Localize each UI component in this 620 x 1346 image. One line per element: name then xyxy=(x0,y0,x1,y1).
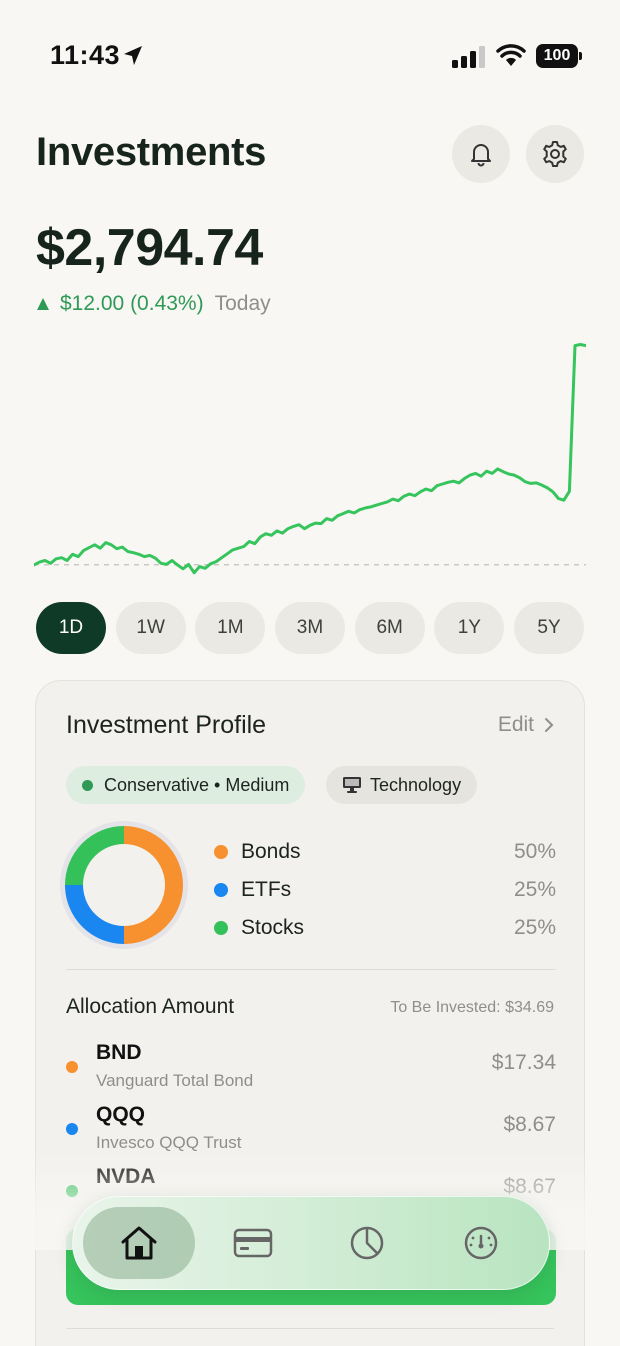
edit-profile-link[interactable]: Edit xyxy=(498,713,554,737)
legend-dot xyxy=(214,921,228,935)
period-6m[interactable]: 6M xyxy=(354,602,425,654)
holding-dot xyxy=(66,1123,78,1135)
legend-label: ETFs xyxy=(241,878,292,901)
tab-cards[interactable] xyxy=(197,1207,309,1279)
holding-dot xyxy=(66,1061,78,1073)
period-5y[interactable]: 5Y xyxy=(514,602,584,654)
period-1d[interactable]: 1D xyxy=(36,602,106,654)
legend-percent: 25% xyxy=(513,916,556,939)
legend-label: Bonds xyxy=(241,840,301,863)
battery-icon: 100 xyxy=(536,44,582,68)
holding-ticker: BND xyxy=(96,1041,142,1064)
daily-change: $12.00 (0.43%) Today xyxy=(36,292,271,316)
legend-item-stocks: Stocks 25% xyxy=(214,909,556,947)
to-be-invested: To Be Invested: $34.69 xyxy=(390,999,554,1016)
card-icon xyxy=(233,1228,273,1258)
period-1m[interactable]: 1M xyxy=(195,602,266,654)
change-value: $12.00 (0.43%) xyxy=(60,292,204,315)
legend-dot xyxy=(214,845,228,859)
legend-label: Stocks xyxy=(241,916,305,939)
home-icon xyxy=(121,1226,157,1260)
gauge-icon xyxy=(464,1226,498,1260)
risk-level-chip[interactable]: Conservative • Medium xyxy=(66,766,306,804)
page-title: Investments xyxy=(36,130,267,174)
sector-label: Technology xyxy=(370,774,462,795)
risk-level-label: Conservative • Medium xyxy=(104,774,290,795)
legend-percent: 25% xyxy=(513,878,556,901)
pie-chart-icon xyxy=(350,1226,384,1260)
divider xyxy=(66,969,556,970)
holding-amount: $8.67 xyxy=(503,1113,556,1136)
notifications-button[interactable] xyxy=(452,125,510,183)
divider xyxy=(66,1328,554,1329)
bell-icon xyxy=(471,144,491,167)
battery-level: 100 xyxy=(536,44,578,68)
holding-row-qqq[interactable]: QQQ Invesco QQQ Trust $8.67 xyxy=(66,1099,556,1155)
holding-ticker: QQQ xyxy=(96,1103,146,1126)
card-title: Investment Profile xyxy=(66,711,267,739)
legend-percent: 50% xyxy=(513,840,556,863)
legend-item-bonds: Bonds 50% xyxy=(214,833,556,871)
tab-home[interactable] xyxy=(83,1207,195,1279)
status-time: 11:43 xyxy=(50,40,121,70)
location-arrow-icon xyxy=(124,46,142,65)
tab-portfolio[interactable] xyxy=(311,1207,423,1279)
allocation-legend: Bonds 50% ETFs 25% Stocks 25% xyxy=(214,833,556,947)
allocation-amount-title: Allocation Amount xyxy=(66,995,235,1018)
wifi-icon xyxy=(496,44,526,66)
period-1y[interactable]: 1Y xyxy=(434,602,505,654)
holding-row-bnd[interactable]: BND Vanguard Total Bond $17.34 xyxy=(66,1037,556,1093)
tab-bar xyxy=(72,1196,550,1290)
gear-icon xyxy=(543,141,567,167)
status-dot xyxy=(82,779,93,791)
chevron-right-icon xyxy=(545,718,554,732)
portfolio-balance: $2,794.74 xyxy=(36,219,263,277)
edit-label: Edit xyxy=(497,713,534,736)
holding-name: Vanguard Total Bond xyxy=(96,1071,254,1090)
cellular-signal-icon xyxy=(452,46,485,68)
tab-insights[interactable] xyxy=(425,1207,537,1279)
change-period: Today xyxy=(214,292,271,315)
series-line xyxy=(34,343,586,575)
status-bar: 11:43 100 xyxy=(0,0,620,110)
portfolio-line-chart[interactable] xyxy=(34,330,586,590)
legend-item-etfs: ETFs 25% xyxy=(214,871,556,909)
sector-chip[interactable]: Technology xyxy=(326,766,478,804)
legend-dot xyxy=(214,883,228,897)
allocation-donut-chart xyxy=(60,821,188,949)
period-selector: 1D 1W 1M 3M 6M 1Y 5Y xyxy=(36,602,584,654)
holding-amount: $17.34 xyxy=(491,1051,556,1074)
settings-button[interactable] xyxy=(526,125,584,183)
up-triangle-icon xyxy=(37,298,49,310)
monitor-icon xyxy=(343,777,361,793)
period-3m[interactable]: 3M xyxy=(275,602,345,654)
period-1w[interactable]: 1W xyxy=(115,602,186,654)
